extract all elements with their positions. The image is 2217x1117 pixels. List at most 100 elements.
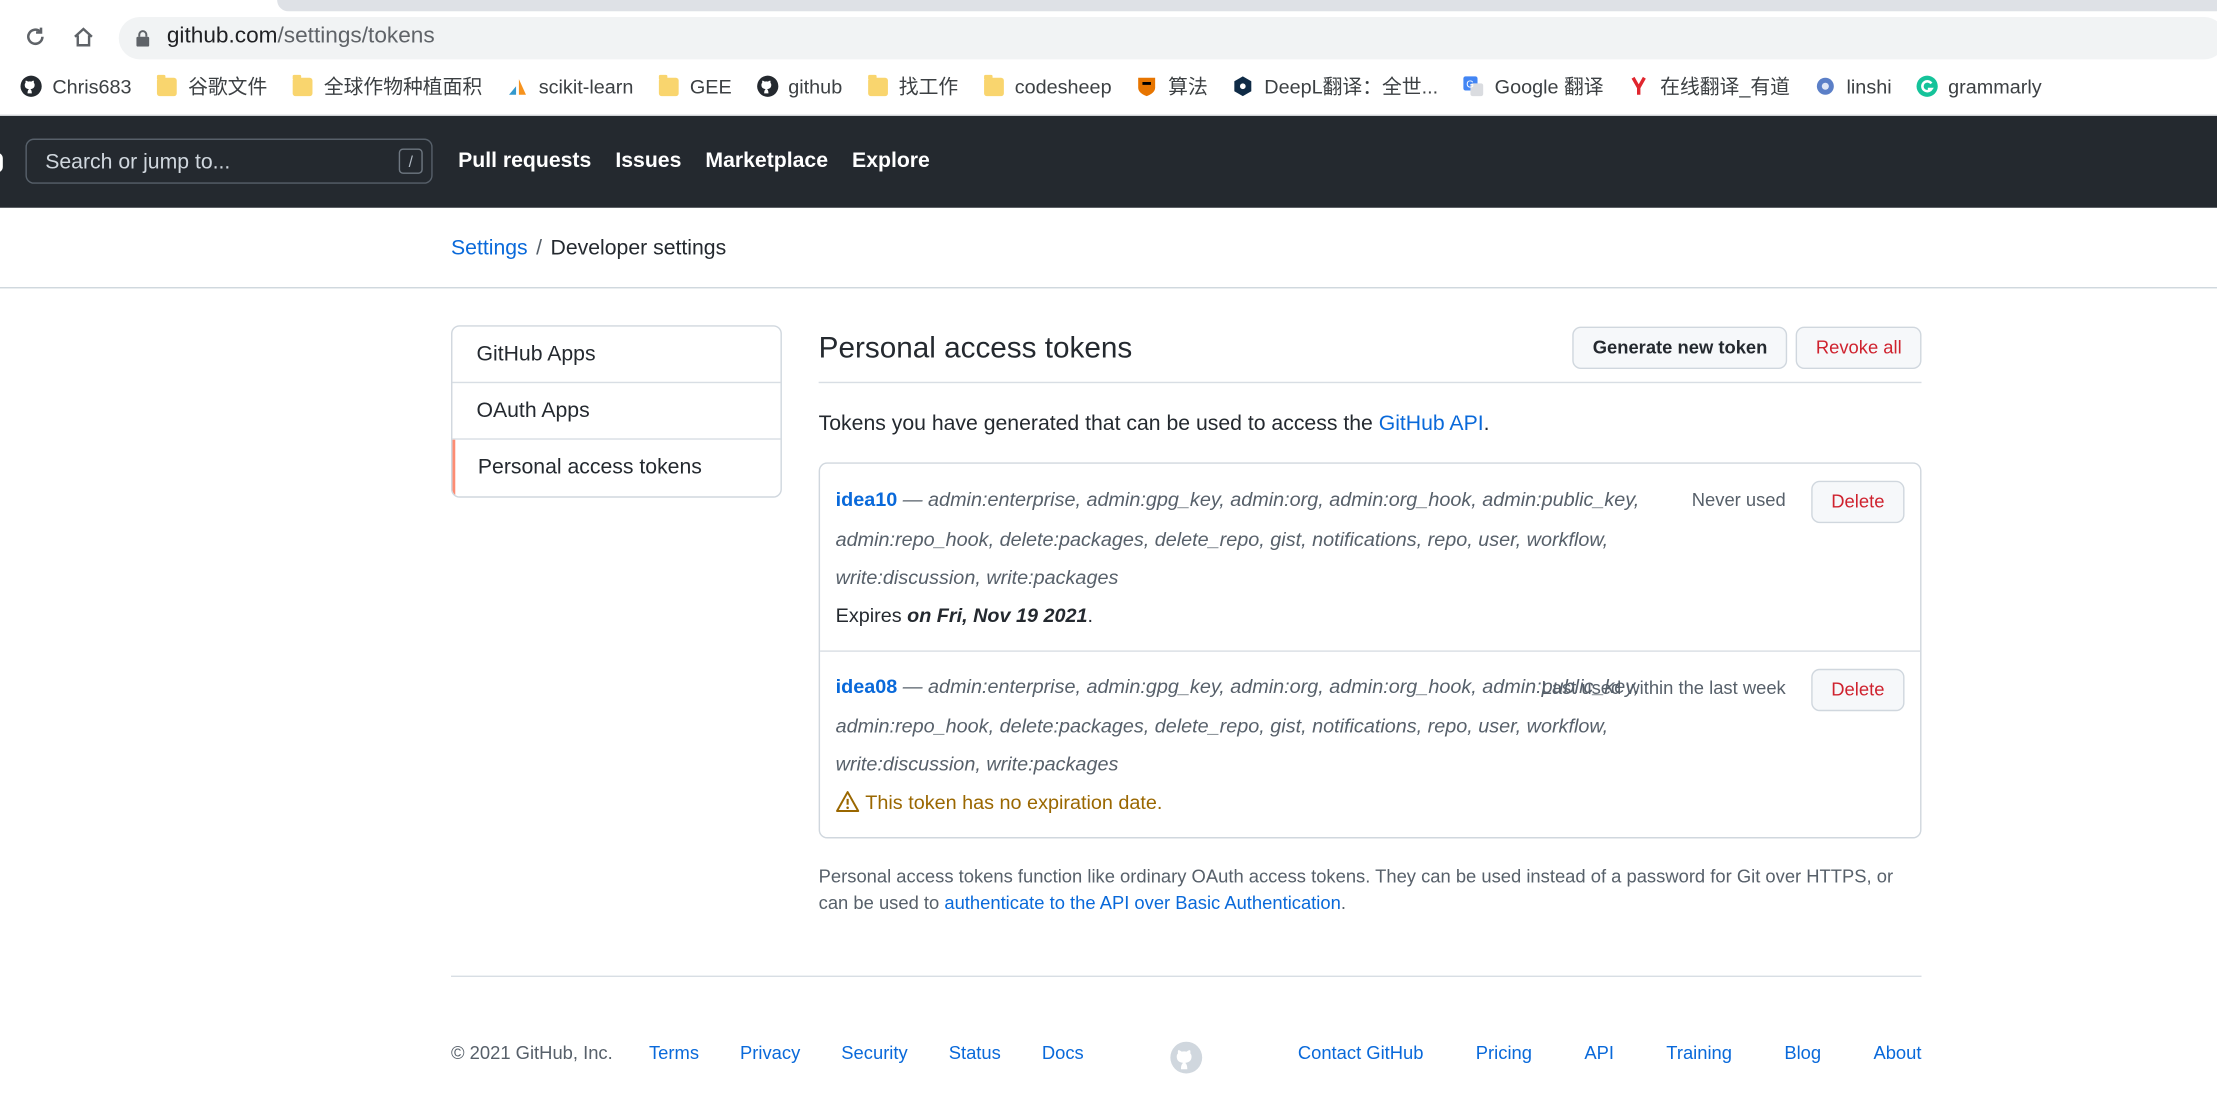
footer-link-contact[interactable]: Contact GitHub [1298, 1042, 1424, 1063]
footer-link-privacy[interactable]: Privacy [740, 1042, 800, 1063]
folder-icon [866, 74, 889, 98]
menu-item-oauth-apps[interactable]: OAuth Apps [452, 383, 781, 440]
bookmark-crop-area[interactable]: 全球作物种植面积 [291, 72, 482, 100]
nav-explore[interactable]: Explore [852, 148, 930, 172]
folder-icon [982, 74, 1005, 98]
footer-link-status[interactable]: Status [949, 1042, 1001, 1063]
bookmark-label: DeepL翻译：全世... [1264, 74, 1439, 98]
footer-link-blog[interactable]: Blog [1784, 1042, 1821, 1063]
intro-text: Tokens you have generated that can be us… [819, 411, 1490, 435]
nav-issues[interactable]: Issues [615, 148, 681, 172]
token-name-link[interactable]: idea08 [836, 674, 898, 697]
footer-links-right: Contact GitHub Pricing API Training Blog… [1246, 1042, 1922, 1063]
search-placeholder: Search or jump to... [45, 149, 231, 174]
browser-chrome: github.com/settings/tokens Chris683 谷歌文件… [0, 0, 2217, 116]
bookmark-find-job[interactable]: 找工作 [866, 72, 958, 100]
basic-auth-link[interactable]: authenticate to the API over Basic Authe… [944, 892, 1340, 913]
main-content: Personal access tokens Generate new toke… [818, 320, 1922, 913]
token-list: idea10 — admin:enterprise, admin:gpg_key… [818, 462, 1922, 839]
footer: © 2021 GitHub, Inc. Terms Privacy Securi… [451, 975, 1922, 1074]
bookmark-label: grammarly [1948, 74, 2042, 98]
no-expiration-warning: This token has no expiration date. [836, 790, 1163, 813]
reload-icon[interactable] [18, 20, 52, 54]
intro-text-body: Tokens you have generated that can be us… [818, 411, 1379, 436]
search-input[interactable]: Search or jump to... / [25, 138, 433, 184]
bookmark-label: GEE [689, 74, 732, 98]
bookmark-grammarly[interactable]: grammarly [1916, 75, 2042, 98]
folder-icon [291, 74, 314, 98]
breadcrumb-separator: / [536, 236, 543, 261]
note-end: . [1340, 892, 1346, 914]
expires-date: on Fri, Nov 19 2021 [907, 603, 1088, 627]
url-text[interactable]: github.com/settings/tokens [167, 24, 435, 49]
scikit-learn-icon [506, 75, 529, 98]
generate-new-token-button[interactable]: Generate new token [1572, 326, 1788, 370]
bookmark-algorithms[interactable]: 算法 [1136, 72, 1208, 100]
footer-link-docs[interactable]: Docs [1042, 1042, 1084, 1063]
bookmark-google-translate[interactable]: G Google 翻译 [1462, 72, 1604, 100]
github-logo-icon[interactable] [0, 152, 3, 173]
nav-marketplace[interactable]: Marketplace [705, 148, 828, 172]
bookmark-github[interactable]: github [756, 75, 842, 98]
bookmark-gee[interactable]: GEE [657, 74, 732, 98]
footer-link-api[interactable]: API [1584, 1042, 1614, 1063]
menu-item-github-apps[interactable]: GitHub Apps [452, 327, 781, 384]
nav-pull-requests[interactable]: Pull requests [458, 148, 591, 172]
token-last-used: Never used [1691, 489, 1786, 511]
url-host: github.com [166, 24, 278, 49]
bookmarks-bar: Chris683 谷歌文件 全球作物种植面积 scikit-learn GEE … [20, 71, 2066, 102]
grammarly-icon [1916, 75, 1939, 98]
token-dash: — [897, 674, 929, 698]
token-scopes: admin:enterprise, admin:gpg_key, admin:o… [835, 487, 1640, 589]
princeton-icon [1136, 75, 1159, 98]
bookmark-label: linshi [1846, 74, 1892, 98]
footer-link-training[interactable]: Training [1666, 1042, 1732, 1063]
warning-text: This token has no expiration date. [865, 790, 1163, 813]
menu-item-personal-access-tokens[interactable]: Personal access tokens [452, 439, 780, 497]
github-api-link[interactable]: GitHub API [1379, 411, 1484, 435]
search-shortcut-key: / [398, 148, 423, 174]
developer-settings-menu: GitHub Apps OAuth Apps Personal access t… [451, 325, 782, 498]
breadcrumb-settings-link[interactable]: Settings [451, 236, 528, 260]
url-path: /settings/tokens [277, 24, 435, 49]
bookmark-youdao[interactable]: 在线翻译_有道 [1628, 72, 1790, 100]
header-nav: Pull requests Issues Marketplace Explore [458, 148, 954, 172]
tokens-note: Personal access tokens function like ord… [819, 862, 1922, 916]
token-name-link[interactable]: idea10 [836, 488, 898, 511]
github-icon [756, 75, 779, 98]
alert-icon [836, 791, 860, 813]
footer-link-about[interactable]: About [1873, 1042, 1921, 1063]
home-icon[interactable] [66, 20, 100, 54]
delete-token-button[interactable]: Delete [1811, 480, 1905, 524]
delete-token-button[interactable]: Delete [1811, 668, 1905, 712]
bookmark-deepl[interactable]: DeepL翻译：全世... [1232, 72, 1438, 100]
bookmark-linshi[interactable]: linshi [1814, 75, 1892, 98]
bookmark-codesheep[interactable]: codesheep [982, 74, 1112, 98]
github-icon [20, 75, 43, 98]
google-translate-icon: G [1462, 75, 1485, 98]
token-description: idea10 — admin:enterprise, admin:gpg_key… [836, 481, 1724, 598]
lock-icon[interactable] [136, 28, 150, 53]
page-title: Personal access tokens [818, 332, 1133, 365]
footer-links-left: Terms Privacy Security Status Docs [649, 1042, 1125, 1063]
footer-copyright: © 2021 GitHub, Inc. [451, 1042, 613, 1064]
revoke-all-button[interactable]: Revoke all [1796, 326, 1922, 370]
footer-link-security[interactable]: Security [841, 1042, 907, 1063]
bookmark-label: scikit-learn [538, 74, 634, 98]
bookmark-google-files[interactable]: 谷歌文件 [156, 72, 267, 100]
bookmark-label: Chris683 [52, 74, 132, 98]
footer-link-terms[interactable]: Terms [649, 1042, 699, 1063]
token-row: idea08 — admin:enterprise, admin:gpg_key… [820, 652, 1920, 837]
bookmark-chris683[interactable]: Chris683 [20, 75, 132, 98]
bookmark-label: github [788, 74, 843, 98]
bookmark-scikit-learn[interactable]: scikit-learn [506, 75, 633, 98]
expires-prefix: Expires [835, 603, 908, 627]
github-header: Search or jump to... / Pull requests Iss… [0, 115, 2217, 208]
youdao-icon [1628, 75, 1651, 98]
expires-suffix: . [1087, 603, 1094, 627]
folder-icon [156, 74, 179, 98]
github-mark-icon[interactable] [1169, 1041, 1203, 1082]
token-expiration: Expires on Fri, Nov 19 2021. [836, 604, 1093, 627]
deepl-icon [1232, 75, 1255, 98]
footer-link-pricing[interactable]: Pricing [1476, 1042, 1532, 1063]
